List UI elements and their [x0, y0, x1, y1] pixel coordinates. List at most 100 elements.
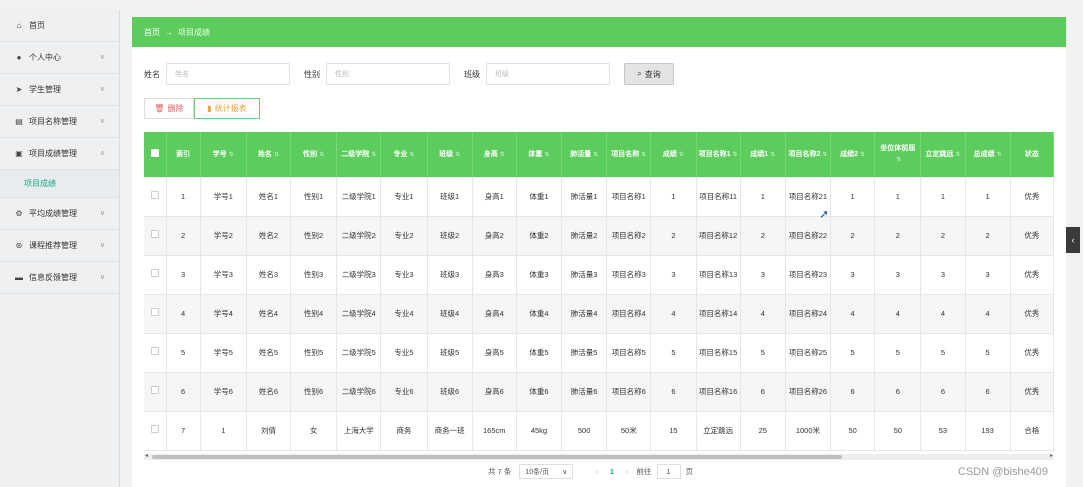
column-header[interactable]: 姓名 ⇅ [246, 132, 292, 177]
table-cell: 项目名称16 [696, 372, 741, 412]
chevron-down-icon: ∨ [99, 242, 105, 249]
stats-report-button-label: 统计报表 [214, 104, 247, 113]
query-button[interactable]: ⌕ 查询 [624, 63, 674, 85]
table-row[interactable]: 2 学号2 姓名2 性别2 二级学院2 专业2 班级2 身高2 体重2 肺活量2 项目名称2 2 项目名… [144, 216, 1054, 256]
scrollbar-thumb[interactable] [152, 455, 842, 459]
column-header[interactable]: 班级 ⇅ [427, 132, 473, 177]
gender-input[interactable]: 性别 [326, 63, 450, 85]
column-header[interactable]: 二级学院 ⇅ [336, 132, 382, 177]
table-cell: 1 [740, 177, 786, 217]
table-cell: 1000米 [785, 411, 832, 451]
table-cell: 二级学院5 [336, 333, 382, 373]
column-header[interactable]: 状态 [1010, 132, 1054, 177]
horizontal-scrollbar[interactable]: ◂ ▸ [144, 452, 1054, 460]
column-header[interactable]: 性别 ⇅ [290, 132, 338, 177]
select-all-checkbox[interactable] [144, 132, 167, 177]
table-cell: 优秀 [1010, 255, 1054, 295]
row-checkbox[interactable] [144, 294, 167, 334]
table-cell: 6 [874, 372, 922, 412]
table-cell: 3 [166, 255, 201, 295]
table-cell: 50 [830, 411, 876, 451]
row-checkbox[interactable] [144, 177, 167, 217]
chevron-down-icon: ∨ [99, 274, 105, 281]
table-row[interactable]: 6 学号6 姓名6 性别6 二级学院6 专业6 班级6 身高6 体重6 肺活量6 项目名称6 6 项目名… [144, 372, 1054, 412]
column-header[interactable]: 身高 ⇅ [472, 132, 517, 177]
page-size-select[interactable]: 10条/页 ∨ [519, 464, 574, 479]
sidebar-item-average-score-management[interactable]: ⚙ 平均成绩管理 ∨ [0, 198, 119, 230]
column-header[interactable]: 项目名称1 ⇅ [696, 132, 741, 177]
table-row[interactable]: 4 学号4 姓名4 性别4 二级学院4 专业4 班级4 身高4 体重4 肺活量4 项目名称4 4 项目名… [144, 294, 1054, 334]
column-header[interactable]: 成绩1 ⇅ [740, 132, 786, 177]
watermark: CSDN @bishe409 [958, 466, 1049, 478]
column-header[interactable]: 索引 [166, 132, 201, 177]
next-page-icon[interactable]: › [626, 467, 629, 476]
sidebar-item-home[interactable]: ⌂ 首页 [0, 10, 119, 42]
column-header[interactable]: 成绩2 ⇅ [830, 132, 876, 177]
table-row[interactable]: 3 学号3 姓名3 性别3 二级学院3 专业3 班级3 身高3 体重3 肺活量3 项目名称3 3 项目名… [144, 255, 1054, 295]
table-cell: 50米 [606, 411, 652, 451]
table-cell: 4 [965, 294, 1011, 334]
gender-label: 性别 [304, 69, 320, 79]
table-cell: 姓名1 [246, 177, 292, 217]
table-row[interactable]: 7 1 刘倩女上海大学 商务 商务一班 165cm 45kg 500 50米 15 立定跳远 25 10… [144, 411, 1054, 451]
column-header[interactable]: 项目名称2 ⇅ [785, 132, 832, 177]
column-header[interactable]: 体重 ⇅ [516, 132, 563, 177]
sort-icon: ⇅ [770, 151, 776, 158]
sidebar-item-label: 项目名称管理 [29, 117, 77, 126]
name-input[interactable]: 姓名 [166, 63, 290, 85]
table-cell: 项目名称1 [606, 177, 652, 217]
table-cell: 体重2 [516, 216, 563, 256]
page-number[interactable]: 1 [610, 467, 614, 476]
sidebar-item-course-recommendation-management[interactable]: ⊛ 课程推荐管理 ∨ [0, 230, 119, 262]
table-cell: 姓名6 [246, 372, 292, 412]
sidebar-item-project-score-management[interactable]: ▣ 项目成绩管理 ∧ [0, 138, 119, 170]
row-checkbox[interactable] [144, 333, 167, 373]
table-cell: 193 [965, 411, 1011, 451]
column-header[interactable]: 成绩 ⇅ [650, 132, 697, 177]
row-checkbox[interactable] [144, 411, 167, 451]
bar-chart-icon: ▮ [207, 104, 212, 113]
column-header[interactable]: 项目名称 ⇅ [606, 132, 652, 177]
sidebar-item-feedback-management[interactable]: ▬ 信息反馈管理 ∨ [0, 262, 119, 294]
sidebar-item-student-management[interactable]: ➤ 学生管理 ∨ [0, 74, 119, 106]
table-row[interactable]: 1 学号1 姓名1 性别1 二级学院1 专业1 班级1 身高1 体重1 肺活量1 项目名称1 1 项目名… [144, 177, 1054, 217]
class-input[interactable]: 班级 [486, 63, 610, 85]
user-icon: ● [16, 53, 22, 62]
table-cell: 立定跳远 [696, 411, 741, 451]
goto-page-input[interactable]: 1 [656, 464, 681, 479]
stats-report-button[interactable]: ▮ 统计报表 [194, 98, 260, 119]
column-header[interactable]: 坐位体前屈⇅ [874, 132, 922, 177]
row-checkbox[interactable] [144, 372, 167, 412]
scroll-right-icon[interactable]: ▸ [1050, 452, 1053, 459]
table-cell: 15 [650, 411, 697, 451]
table-row[interactable]: 5 学号5 姓名5 性别5 二级学院5 专业5 班级5 身高5 体重5 肺活量5 项目名称5 5 项目名… [144, 333, 1054, 373]
sidebar-item-project-name-management[interactable]: ▤ 项目名称管理 ∨ [0, 106, 119, 138]
column-header[interactable]: 学号 ⇅ [200, 132, 247, 177]
table-cell: 项目名称12 [696, 216, 741, 256]
sidebar-item-label: 信息反馈管理 [29, 273, 77, 282]
table-cell: 4 [650, 294, 697, 334]
sidebar-subitem-project-score[interactable]: 项目成绩 [0, 170, 119, 198]
table-cell: 6 [166, 372, 201, 412]
row-checkbox[interactable] [144, 216, 167, 256]
column-header[interactable]: 总成绩 ⇅ [965, 132, 1011, 177]
breadcrumb-home[interactable]: 首页 [144, 27, 160, 38]
scroll-left-icon[interactable]: ◂ [145, 452, 148, 459]
row-checkbox[interactable] [144, 255, 167, 295]
sidebar-item-personal-center[interactable]: ● 个人中心 ∨ [0, 42, 119, 74]
delete-button[interactable]: 🗑 删除 [144, 98, 194, 119]
collapse-panel-button[interactable]: ‹ [1066, 227, 1080, 253]
column-header[interactable]: 专业 ⇅ [380, 132, 428, 177]
sort-icon: ⇅ [228, 151, 234, 158]
pagination: 共 7 条 10条/页 ∨ ‹ 1 › 前往 1 页 [488, 464, 693, 479]
sort-icon: ⇅ [896, 157, 902, 163]
column-header[interactable]: 立定跳远 ⇅ [920, 132, 966, 177]
column-header[interactable]: 肺活量 ⇅ [561, 132, 608, 177]
table-cell: 班级2 [427, 216, 473, 256]
table-cell: 项目名称2 [606, 216, 652, 256]
prev-page-icon[interactable]: ‹ [595, 467, 598, 476]
table-cell: 优秀 [1010, 177, 1054, 217]
table-cell: 性别5 [290, 333, 338, 373]
table-cell: 专业1 [380, 177, 428, 217]
table-cell: 学号4 [200, 294, 247, 334]
